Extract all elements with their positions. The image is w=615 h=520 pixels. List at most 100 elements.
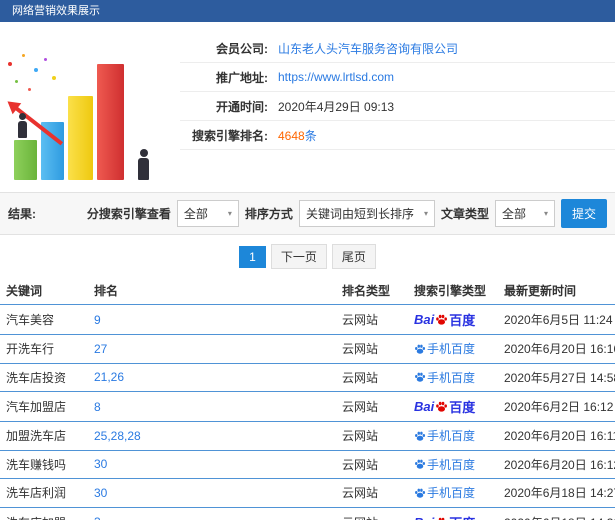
rank-type-cell: 云网站 <box>336 304 408 335</box>
baidu-logo-bai: Bai <box>414 515 434 520</box>
updated-cell: 2020年6月20日 16:12 <box>498 450 615 479</box>
baidu-logo: Bai 百度 <box>414 310 475 329</box>
last-page-button[interactable]: 尾页 <box>331 244 376 269</box>
mobile-baidu-logo: 手机百度 <box>414 340 475 357</box>
updated-cell: 2020年6月18日 14:30 <box>498 507 615 520</box>
open-time-value: 2020年4月29日 09:13 <box>278 99 395 114</box>
page-current[interactable]: 1 <box>239 245 266 268</box>
chart-bar <box>14 140 37 180</box>
engine-filter-label: 分搜索引擎查看 <box>86 207 171 221</box>
chevron-down-icon: ▾ <box>423 209 428 218</box>
type-filter-select[interactable]: 全部 ▾ <box>494 200 555 227</box>
table-row: 洗车店加盟 3 云网站 Bai 百度 2020年6月18日 14:30 <box>0 507 615 520</box>
table-row: 开洗车行 27 云网站 手机百度 2020年6月20日 16:16 <box>0 334 615 364</box>
rank-count-unit: 条 <box>304 128 317 143</box>
baidu-logo: Bai 百度 <box>414 513 475 520</box>
keyword-cell: 洗车店投资 <box>0 363 88 392</box>
keyword-cell: 洗车赚钱吗 <box>0 450 88 479</box>
rank-type-cell: 云网站 <box>336 450 408 479</box>
submit-button[interactable]: 提交 <box>560 199 607 228</box>
rank-type-cell: 云网站 <box>336 421 408 451</box>
page-title: 网络营销效果展示 <box>12 5 100 17</box>
table-row: 汽车美容 9 云网站 Bai 百度 2020年6月5日 11:24 <box>0 304 615 335</box>
rank-cell[interactable]: 25,28,28 <box>88 421 336 451</box>
chevron-down-icon: ▾ <box>543 209 548 218</box>
sort-filter-label: 排序方式 <box>244 207 293 221</box>
filter-bar: 结果: 分搜索引擎查看 全部 ▾ 排序方式 关键词由短到长排序 ▾ 文章类型 全… <box>0 192 615 235</box>
col-updated-header: 最新更新时间 <box>498 277 615 305</box>
mobile-baidu-logo: 手机百度 <box>414 484 475 501</box>
mobile-baidu-label: 手机百度 <box>427 342 476 356</box>
rank-type-cell: 云网站 <box>336 507 408 520</box>
rank-cell[interactable]: 3 <box>88 507 336 520</box>
col-rank-type-header: 排名类型 <box>336 277 408 305</box>
updated-cell: 2020年6月2日 16:12 <box>498 391 615 422</box>
keyword-cell: 开洗车行 <box>0 334 88 364</box>
keyword-cell: 洗车店加盟 <box>0 507 88 520</box>
baidu-logo: Bai 百度 <box>414 397 475 416</box>
info-section: 会员公司: 山东老人头汽车服务咨询有限公司 推广地址: https://www.… <box>0 22 615 192</box>
engine-cell: 手机百度 <box>408 363 498 392</box>
baidu-paw-icon <box>436 401 448 412</box>
baidu-paw-icon <box>415 459 426 469</box>
chart-bar <box>68 96 93 180</box>
rank-cell[interactable]: 21,26 <box>88 363 336 392</box>
engine-cell: Bai 百度 <box>408 304 498 335</box>
rank-type-cell: 云网站 <box>336 478 408 508</box>
baidu-paw-icon <box>415 372 426 382</box>
baidu-logo-bai: Bai <box>414 399 435 414</box>
baidu-logo-text: 百度 <box>449 400 476 415</box>
baidu-paw-icon <box>415 431 426 441</box>
engine-cell: Bai 百度 <box>408 391 498 422</box>
table-row: 洗车店利润 30 云网站 手机百度 2020年6月18日 14:27 <box>0 478 615 508</box>
keyword-cell: 汽车加盟店 <box>0 391 88 422</box>
keyword-cell: 汽车美容 <box>0 304 88 335</box>
updated-cell: 2020年6月18日 14:27 <box>498 478 615 508</box>
chart-illustration <box>0 28 172 188</box>
col-engine-header: 搜索引擎类型 <box>408 277 498 305</box>
rank-cell[interactable]: 9 <box>88 304 336 335</box>
person-figure <box>138 149 149 180</box>
mobile-baidu-label: 手机百度 <box>427 429 476 443</box>
rank-cell[interactable]: 27 <box>88 334 336 364</box>
results-table: 关键词 排名 排名类型 搜索引擎类型 最新更新时间 汽车美容 9 云网站 Bai… <box>0 277 615 520</box>
app-title-bar: 网络营销效果展示 <box>0 0 615 22</box>
engine-cell: 手机百度 <box>408 478 498 508</box>
baidu-logo-bai: Bai <box>414 312 435 327</box>
table-header-row: 关键词 排名 排名类型 搜索引擎类型 最新更新时间 <box>0 277 615 305</box>
info-row-url: 推广地址: https://www.lrtlsd.com <box>180 63 615 92</box>
rank-cell[interactable]: 8 <box>88 391 336 422</box>
chevron-down-icon: ▾ <box>227 209 232 218</box>
url-label: 推广地址: <box>216 70 268 85</box>
rank-type-cell: 云网站 <box>336 334 408 364</box>
updated-cell: 2020年5月27日 14:58 <box>498 363 615 392</box>
mobile-baidu-logo: 手机百度 <box>414 427 475 444</box>
rank-cell[interactable]: 30 <box>88 478 336 508</box>
table-row: 汽车加盟店 8 云网站 Bai 百度 2020年6月2日 16:12 <box>0 391 615 422</box>
rank-count-value: 4648 <box>278 128 305 143</box>
baidu-paw-icon <box>415 344 426 354</box>
rank-count-label: 搜索引擎排名: <box>192 128 268 143</box>
company-link[interactable]: 山东老人头汽车服务咨询有限公司 <box>278 40 458 57</box>
chart-bar <box>97 64 124 180</box>
engine-cell: Bai 百度 <box>408 507 498 520</box>
mobile-baidu-label: 手机百度 <box>427 486 476 500</box>
updated-cell: 2020年6月20日 16:11 <box>498 421 615 451</box>
mobile-baidu-logo: 手机百度 <box>414 369 475 386</box>
pagination: 1 下一页 尾页 <box>0 235 615 277</box>
open-time-label: 开通时间: <box>216 99 268 114</box>
results-section-label: 结果: <box>8 207 36 221</box>
sort-filter-value: 关键词由短到长排序 <box>305 207 414 221</box>
baidu-paw-icon <box>415 488 426 498</box>
keyword-cell: 加盟洗车店 <box>0 421 88 451</box>
sort-filter-select[interactable]: 关键词由短到长排序 ▾ <box>298 200 435 227</box>
site-link[interactable]: https://www.lrtlsd.com <box>278 70 394 84</box>
info-row-company: 会员公司: 山东老人头汽车服务咨询有限公司 <box>180 34 615 63</box>
rank-cell[interactable]: 30 <box>88 450 336 479</box>
rank-type-cell: 云网站 <box>336 391 408 422</box>
baidu-logo-text: 百度 <box>449 313 476 328</box>
engine-filter-select[interactable]: 全部 ▾ <box>176 200 239 227</box>
info-row-rank-count: 搜索引擎排名: 4648条 <box>180 121 615 150</box>
next-page-button[interactable]: 下一页 <box>270 244 327 269</box>
updated-cell: 2020年6月20日 16:16 <box>498 334 615 364</box>
